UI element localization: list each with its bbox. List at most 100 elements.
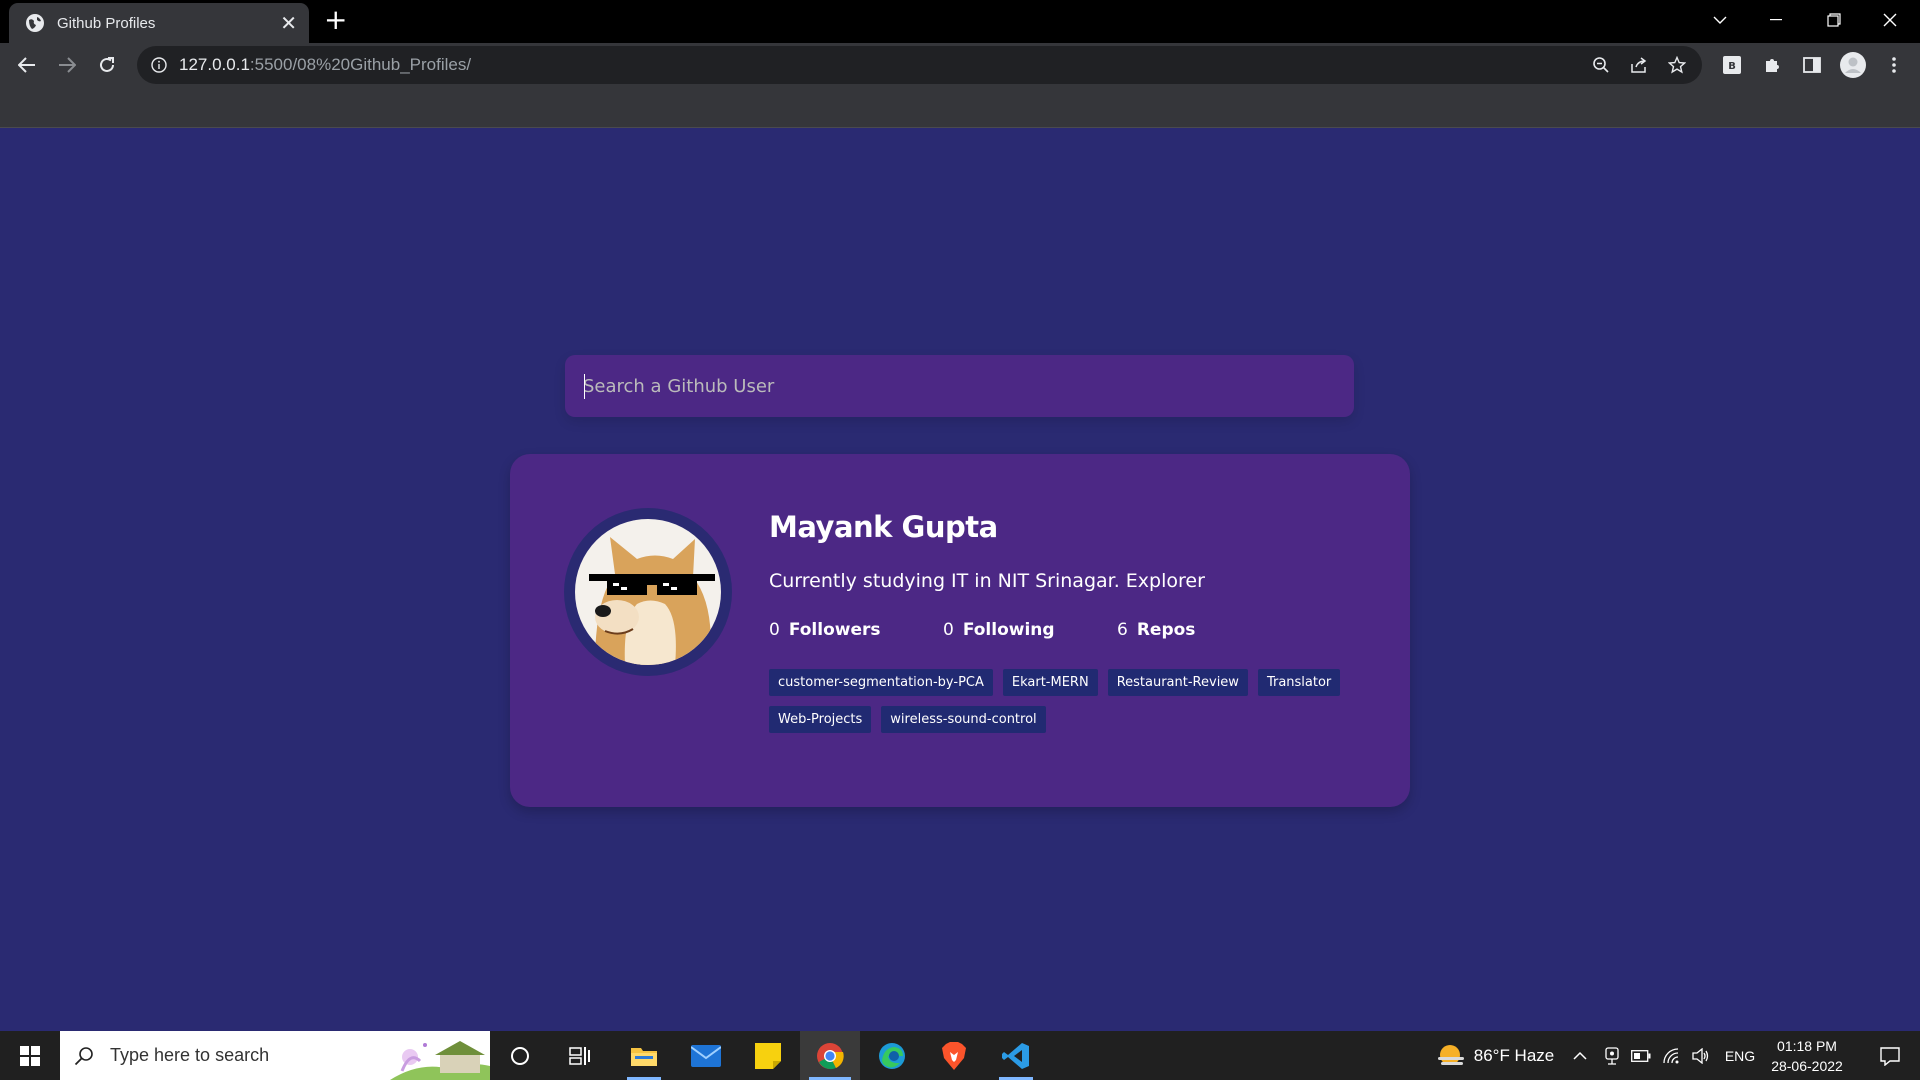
url-host: 127.0.0.1 [179, 55, 250, 74]
back-button[interactable] [13, 51, 41, 79]
url-path: :5500/08%20Github_Profiles/ [249, 55, 472, 74]
reload-button[interactable] [93, 51, 121, 79]
user-info: Mayank Gupta Currently studying IT in NI… [769, 510, 1370, 743]
following-stat: 0 Following [943, 620, 1117, 640]
task-view-button[interactable] [555, 1031, 605, 1080]
language-indicator: ENG [1724, 1047, 1756, 1064]
side-panel-button[interactable] [1798, 51, 1826, 79]
file-explorer-button[interactable] [618, 1031, 670, 1080]
doge-avatar-image [575, 519, 721, 665]
avatar-icon [1840, 52, 1866, 78]
repo-link[interactable]: Web-Projects [769, 706, 872, 733]
star-icon[interactable] [1668, 56, 1686, 74]
puzzle-icon [1766, 59, 1779, 72]
repo-link[interactable]: customer-segmentation-by-PCA [769, 669, 993, 696]
repo-link[interactable]: wireless-sound-control [881, 706, 1046, 733]
following-label: Following [962, 620, 1055, 640]
followers-stat: 0 Followers [769, 620, 943, 640]
browser-tab[interactable]: Github Profiles ✕ [9, 3, 309, 43]
more-vertical-icon [1892, 57, 1896, 73]
meet-now-button[interactable] [1600, 1031, 1624, 1080]
close-icon [1883, 13, 1897, 27]
edge-button[interactable] [866, 1031, 918, 1080]
weather-haze-icon [1437, 1044, 1464, 1065]
folder-icon [631, 1047, 657, 1066]
battery-button[interactable] [1628, 1031, 1654, 1080]
minimize-icon [1770, 19, 1782, 21]
clock-date: 28-06-2022 [1771, 1058, 1843, 1074]
mail-button[interactable] [680, 1031, 732, 1080]
start-button[interactable] [0, 1031, 60, 1080]
chrome-button[interactable] [800, 1031, 860, 1080]
taskbar-search-box[interactable]: Type here to search [60, 1031, 490, 1080]
volume-button[interactable] [1688, 1031, 1714, 1080]
search-form [565, 355, 1354, 417]
vscode-icon [1002, 1042, 1029, 1069]
search-icon [74, 1046, 93, 1065]
extension-b-icon: B [1723, 56, 1741, 74]
zoom-icon[interactable] [1592, 56, 1610, 74]
task-view-icon [569, 1046, 590, 1065]
minimize-button[interactable] [1748, 0, 1804, 40]
page-content: Mayank Gupta Currently studying IT in NI… [0, 128, 1920, 1031]
show-hidden-icons-button[interactable] [1568, 1031, 1592, 1080]
repo-link[interactable]: Translator [1257, 669, 1341, 696]
bookmarks-bar [0, 86, 1920, 128]
avatar-frame [564, 508, 732, 676]
profile-card: Mayank Gupta Currently studying IT in NI… [510, 454, 1410, 807]
text-caret [584, 374, 585, 399]
followers-label: Followers [788, 620, 881, 640]
info-icon [151, 57, 167, 73]
globe-icon [26, 14, 44, 32]
browser-toolbar: 127.0.0.1:5500/08%20Github_Profiles/ B [0, 43, 1920, 86]
browser-tab-strip: Github Profiles ✕ + [0, 0, 1920, 43]
webcam-icon [1605, 1046, 1619, 1065]
close-tab-icon[interactable]: ✕ [280, 13, 297, 33]
notification-icon [1880, 1046, 1900, 1066]
search-highlight-illustration [390, 1031, 490, 1080]
extensions-button[interactable] [1758, 51, 1786, 79]
following-count: 0 [943, 620, 954, 640]
sticky-notes-button[interactable] [742, 1031, 794, 1080]
chrome-icon [817, 1042, 844, 1069]
repo-link[interactable]: Restaurant-Review [1107, 669, 1248, 696]
sticky-note-icon [755, 1042, 781, 1069]
weather-text: 86°F Haze [1473, 1045, 1555, 1065]
profile-button[interactable] [1839, 51, 1867, 79]
network-button[interactable] [1658, 1031, 1684, 1080]
windows-logo-icon [20, 1045, 40, 1066]
repos-stat: 6 Repos [1117, 620, 1291, 640]
url-text: 127.0.0.1:5500/08%20Github_Profiles/ [179, 55, 471, 75]
restore-button[interactable] [1806, 0, 1862, 40]
weather-widget[interactable]: 86°F Haze [1420, 1031, 1570, 1080]
edge-icon [879, 1042, 905, 1069]
notifications-button[interactable] [1860, 1031, 1920, 1080]
address-bar[interactable]: 127.0.0.1:5500/08%20Github_Profiles/ [137, 46, 1702, 84]
mail-icon [691, 1044, 721, 1067]
forward-button[interactable] [53, 51, 81, 79]
address-bar-actions [1592, 46, 1686, 84]
repo-list: customer-segmentation-by-PCA Ekart-MERN … [769, 669, 1369, 743]
taskbar-clock[interactable]: 01:18 PM 28-06-2022 [1762, 1036, 1852, 1076]
cortana-button[interactable] [495, 1031, 545, 1080]
close-window-button[interactable] [1862, 0, 1918, 40]
vscode-button[interactable] [990, 1031, 1042, 1080]
search-input[interactable] [565, 355, 1354, 417]
brave-lion-icon [942, 1041, 966, 1070]
arrow-left-icon [18, 57, 35, 73]
svg-text:B: B [1728, 61, 1736, 72]
speaker-icon [1692, 1047, 1709, 1064]
extension-b-button[interactable]: B [1718, 51, 1746, 79]
input-language-button[interactable]: ENG [1720, 1031, 1760, 1080]
tab-search-button[interactable] [1692, 0, 1748, 40]
chevron-up-icon [1573, 1051, 1587, 1060]
clock-time: 01:18 PM [1777, 1038, 1837, 1054]
chevron-down-icon [1713, 16, 1727, 24]
new-tab-button[interactable]: + [324, 6, 347, 34]
reload-icon [100, 57, 114, 72]
share-icon[interactable] [1630, 56, 1648, 74]
wifi-icon [1663, 1047, 1679, 1063]
repo-link[interactable]: Ekart-MERN [1002, 669, 1098, 696]
brave-button[interactable] [928, 1031, 980, 1080]
menu-button[interactable] [1880, 51, 1908, 79]
